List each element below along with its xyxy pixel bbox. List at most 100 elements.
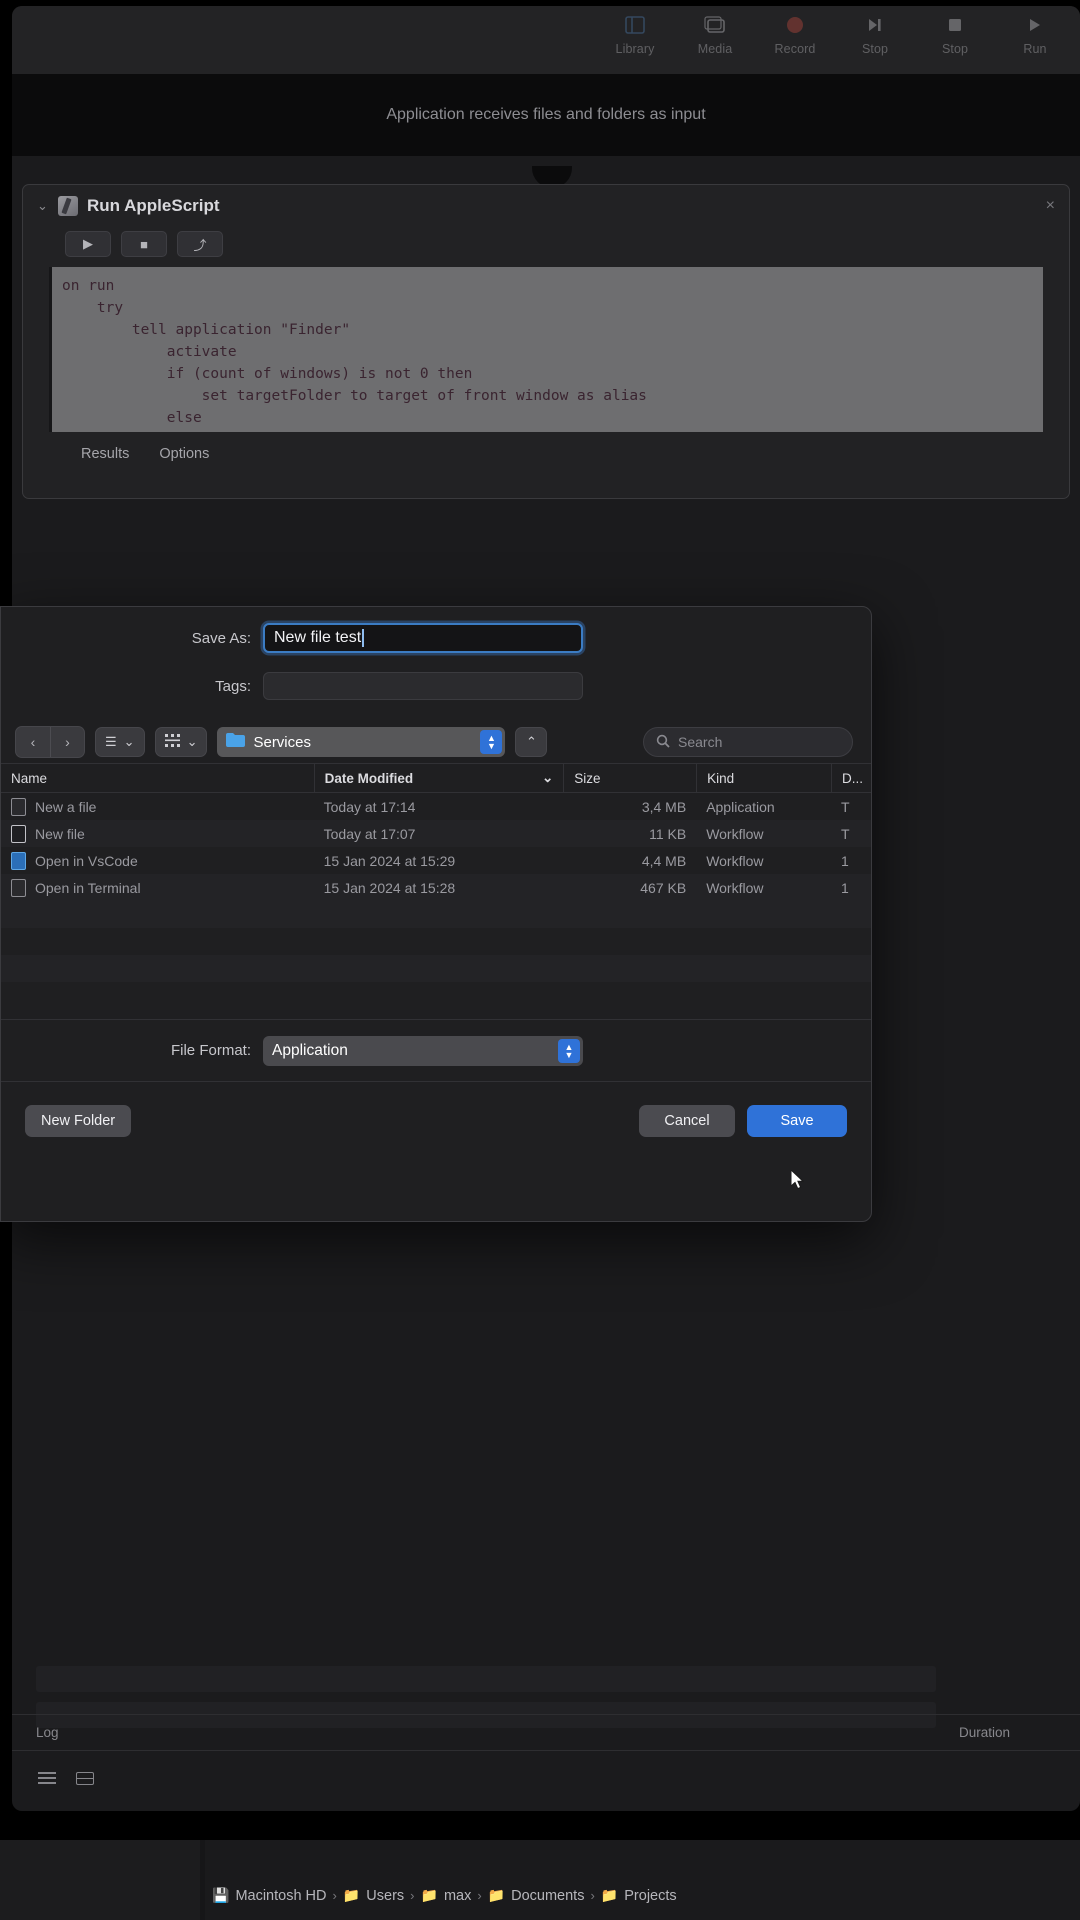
- file-format-row: File Format: Application ▲ ▼: [1, 1019, 871, 1081]
- location-label: Services: [253, 733, 311, 751]
- file-kind: Workflow: [706, 879, 764, 896]
- toolbar-button-run[interactable]: Run: [1004, 12, 1066, 56]
- popup-stepper-icon: ▲ ▼: [558, 1038, 580, 1063]
- harddisk-icon: 💾: [212, 1887, 230, 1903]
- file-kind: Workflow: [706, 852, 764, 869]
- close-icon[interactable]: ×: [1046, 197, 1055, 215]
- table-row[interactable]: Open in Terminal 15 Jan 2024 at 15:28 46…: [1, 874, 871, 901]
- folder-icon: 📁: [342, 1887, 361, 1903]
- location-popup-button[interactable]: Services ▲ ▼: [217, 727, 506, 757]
- folder-icon: 📁: [487, 1887, 506, 1903]
- table-row[interactable]: Open in VsCode 15 Jan 2024 at 15:29 4,4 …: [1, 847, 871, 874]
- group-view-button[interactable]: ⌄: [154, 727, 208, 757]
- log-header-bar: Log Duration: [12, 1714, 1080, 1750]
- text-caret: [362, 629, 364, 647]
- back-button[interactable]: ‹: [16, 727, 50, 757]
- breadcrumb-label: Projects: [624, 1887, 677, 1904]
- file-format-label: File Format:: [170, 1042, 251, 1059]
- toolbar-label-media: Media: [697, 42, 733, 56]
- tab-options[interactable]: Options: [159, 446, 209, 462]
- breadcrumb-separator: ›: [590, 1888, 595, 1903]
- script-stop-button[interactable]: ■: [121, 231, 167, 257]
- file-date-added: T: [841, 825, 850, 842]
- toolbar-label-record: Record: [774, 42, 816, 56]
- breadcrumb: 💾 Macintosh HD › 📁 Users › 📁 max › 📁 Doc…: [212, 1887, 677, 1904]
- column-header-date-added[interactable]: D...: [830, 763, 871, 793]
- file-date-added: T: [841, 798, 850, 815]
- file-format-value: Application: [272, 1041, 348, 1059]
- list-view-button[interactable]: ☰ ⌄: [95, 727, 145, 757]
- chevron-down-icon[interactable]: ⌄: [37, 198, 49, 214]
- file-format-select[interactable]: Application ▲ ▼: [263, 1035, 583, 1066]
- file-date: Today at 17:14: [323, 798, 416, 815]
- toolbar-button-library[interactable]: Library: [604, 12, 666, 56]
- tags-row: Tags:: [1, 669, 871, 703]
- breadcrumb-item-max[interactable]: 📁 max: [421, 1887, 472, 1904]
- sort-chevron-icon: ⌄: [541, 770, 554, 785]
- search-input[interactable]: Search: [643, 727, 853, 757]
- stop-icon: [940, 12, 970, 38]
- breadcrumb-item-users[interactable]: 📁 Users: [343, 1887, 404, 1904]
- script-run-button[interactable]: ▶: [65, 231, 111, 257]
- breadcrumb-separator: ›: [332, 1888, 337, 1903]
- column-header-name[interactable]: Name: [1, 763, 314, 793]
- breadcrumb-item-macintosh-hd[interactable]: 💾 Macintosh HD: [212, 1887, 327, 1904]
- table-row[interactable]: New a file Today at 17:14 3,4 MB Applica…: [1, 793, 871, 820]
- file-list-empty-area: [1, 901, 871, 1019]
- cancel-button[interactable]: Cancel: [639, 1104, 735, 1137]
- applescript-icon: [58, 196, 78, 216]
- save-dialog: Save As: New file test Tags: ‹ › ☰ ⌄ ⌄ S…: [0, 606, 872, 1222]
- empty-row: [1, 955, 871, 982]
- new-folder-button[interactable]: New Folder: [25, 1104, 132, 1137]
- folder-icon: 📁: [420, 1887, 438, 1903]
- file-name: New file: [35, 825, 85, 842]
- workflow-icon: [11, 824, 26, 843]
- toolbar-label-run: Run: [1023, 42, 1047, 56]
- toolbar-button-stop[interactable]: Stop: [924, 12, 986, 56]
- empty-row: [1, 982, 871, 1009]
- action-title: Run AppleScript: [87, 196, 220, 215]
- script-compile-button[interactable]: ⤴: [177, 231, 223, 257]
- column-header-date-label: Date Modified: [324, 770, 414, 786]
- save-as-row: Save As: New file test: [1, 621, 871, 655]
- table-row[interactable]: New file Today at 17:07 11 KB Workflow T: [1, 820, 871, 847]
- toolbar-button-media[interactable]: Media: [684, 12, 746, 56]
- list-view-icon[interactable]: [38, 1772, 56, 1790]
- toolbar-button-step[interactable]: Stop: [844, 12, 906, 56]
- toolbar-button-record[interactable]: Record: [764, 12, 826, 56]
- file-size: 467 KB: [640, 879, 687, 896]
- file-date-added: 1: [841, 879, 849, 896]
- file-size: 4,4 MB: [641, 852, 687, 869]
- record-icon: [780, 12, 810, 38]
- forward-button[interactable]: ›: [50, 727, 84, 757]
- breadcrumb-label: max: [443, 1887, 472, 1904]
- nav-back-forward: ‹ ›: [15, 726, 85, 758]
- tags-input[interactable]: [263, 672, 583, 700]
- list-icon: ☰: [105, 734, 117, 749]
- save-button[interactable]: Save: [747, 1104, 847, 1137]
- run-icon: [1020, 12, 1050, 38]
- dialog-nav-toolbar: ‹ › ☰ ⌄ ⌄ Services ▲ ▼ ⌃ Search: [1, 703, 871, 763]
- folder-icon: 📁: [600, 1887, 619, 1903]
- split-view-icon[interactable]: [76, 1772, 94, 1790]
- breadcrumb-item-projects[interactable]: 📁 Projects: [601, 1887, 677, 1904]
- breadcrumb-item-documents[interactable]: 📁 Documents: [488, 1887, 585, 1904]
- file-date-added: 1: [841, 852, 849, 869]
- tab-results[interactable]: Results: [81, 446, 129, 462]
- toolbar-label-step: Stop: [861, 42, 889, 56]
- file-size: 3,4 MB: [641, 798, 687, 815]
- applescript-code-editor[interactable]: on run try tell application "Finder" act…: [49, 267, 1043, 432]
- popup-stepper-icon: ▲ ▼: [480, 730, 503, 754]
- finder-content-strip: [205, 1840, 1080, 1920]
- column-header-size[interactable]: Size: [563, 763, 696, 793]
- finder-sidebar-strip: [0, 1840, 200, 1920]
- action-header: ⌄ Run AppleScript ×: [23, 185, 1069, 227]
- column-header-date-modified[interactable]: Date Modified ⌄: [313, 763, 564, 793]
- chevron-down-icon: ⌄: [123, 734, 135, 749]
- save-as-input[interactable]: New file test: [263, 623, 583, 653]
- column-header-kind[interactable]: Kind: [696, 763, 831, 793]
- empty-row: [1, 901, 871, 928]
- workflow-input-description: Application receives files and folders a…: [12, 74, 1080, 156]
- file-kind: Workflow: [706, 825, 764, 842]
- expand-toggle-button[interactable]: ⌃: [515, 727, 548, 757]
